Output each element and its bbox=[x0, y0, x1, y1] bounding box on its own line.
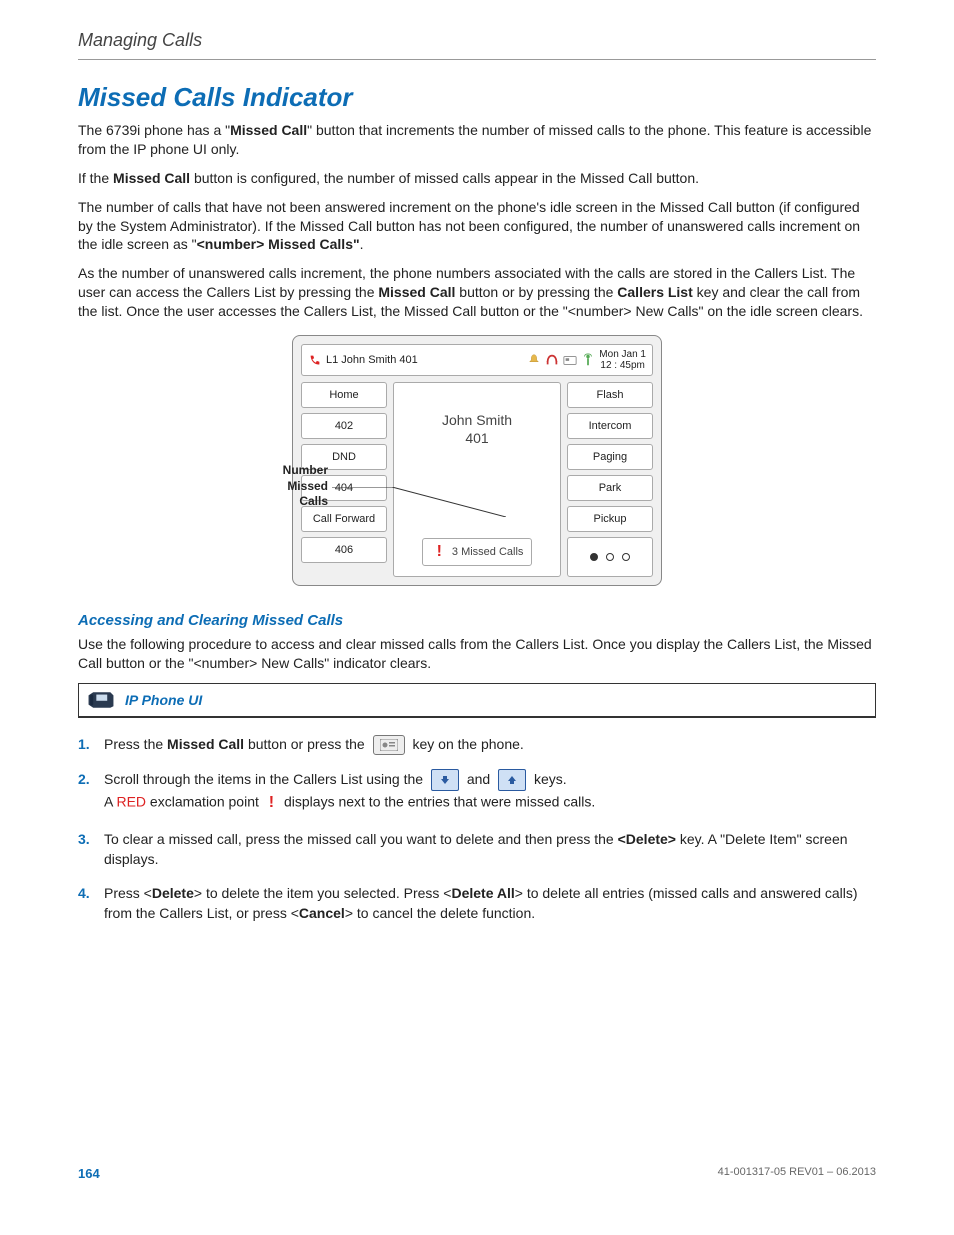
status-datetime: Mon Jan 1 12 : 45pm bbox=[599, 349, 646, 371]
status-line-text: L1 John Smith 401 bbox=[326, 354, 418, 366]
step-number: 1. bbox=[78, 734, 94, 755]
missed-calls-button[interactable]: ! 3 Missed Calls bbox=[422, 538, 533, 566]
softkey-402[interactable]: 402 bbox=[301, 413, 387, 439]
phone-diagram: Number Missed Calls L1 John Smith 401 Mo… bbox=[78, 335, 876, 586]
page-dot-3-icon bbox=[622, 553, 630, 561]
page-dot-1-icon bbox=[590, 553, 598, 561]
paragraph-1: The 6739i phone has a "Missed Call" butt… bbox=[78, 121, 876, 159]
page-header: Managing Calls bbox=[78, 30, 876, 60]
right-softkeys: Flash Intercom Paging Park Pickup bbox=[567, 382, 653, 577]
phone-statusbar: L1 John Smith 401 Mon Jan 1 12 : 45pm bbox=[301, 344, 653, 376]
step-4: 4. Press <Delete> to delete the item you… bbox=[78, 883, 876, 924]
softkey-callforward[interactable]: Call Forward bbox=[301, 506, 387, 532]
bell-icon bbox=[527, 353, 541, 367]
paragraph-4: As the number of unanswered calls increm… bbox=[78, 264, 876, 321]
softkey-flash[interactable]: Flash bbox=[567, 382, 653, 408]
softkey-page-dots[interactable] bbox=[567, 537, 653, 577]
down-arrow-key-icon bbox=[431, 769, 459, 791]
softkey-pickup[interactable]: Pickup bbox=[567, 506, 653, 532]
section-title: Missed Calls Indicator bbox=[78, 82, 876, 113]
softkey-intercom[interactable]: Intercom bbox=[567, 413, 653, 439]
softkey-406[interactable]: 406 bbox=[301, 537, 387, 563]
exclamation-icon: ! bbox=[437, 543, 442, 561]
phone-line-icon bbox=[308, 353, 322, 367]
phone-center-pane: John Smith 401 ! 3 Missed Calls bbox=[393, 382, 561, 577]
page-number: 164 bbox=[78, 1166, 100, 1181]
paragraph-2: If the Missed Call button is configured,… bbox=[78, 169, 876, 188]
softkey-home[interactable]: Home bbox=[301, 382, 387, 408]
headset-icon bbox=[545, 353, 559, 367]
callers-list-key-icon bbox=[373, 735, 405, 755]
ui-panel: IP Phone UI bbox=[78, 683, 876, 718]
revision-text: 41-001317-05 REV01 – 06.2013 bbox=[718, 1166, 876, 1181]
page-footer: 164 41-001317-05 REV01 – 06.2013 bbox=[78, 1166, 876, 1181]
up-arrow-key-icon bbox=[498, 769, 526, 791]
signal-icon bbox=[581, 353, 595, 367]
callout-label: Number Missed Calls bbox=[258, 463, 328, 510]
step-3: 3. To clear a missed call, press the mis… bbox=[78, 829, 876, 870]
softkey-paging[interactable]: Paging bbox=[567, 444, 653, 470]
phone-mock: L1 John Smith 401 Mon Jan 1 12 : 45pm Ho… bbox=[292, 335, 662, 586]
paragraph-3: The number of calls that have not been a… bbox=[78, 198, 876, 255]
phone-user-name: John Smith 401 bbox=[442, 411, 512, 447]
softkey-park[interactable]: Park bbox=[567, 475, 653, 501]
ip-phone-icon bbox=[87, 690, 115, 710]
step-number: 4. bbox=[78, 883, 94, 924]
step-2: 2. Scroll through the items in the Calle… bbox=[78, 769, 876, 814]
step-1: 1. Press the Missed Call button or press… bbox=[78, 734, 876, 755]
step-number: 3. bbox=[78, 829, 94, 870]
exclamation-icon: ! bbox=[269, 791, 274, 814]
card-icon bbox=[563, 353, 577, 367]
steps-list: 1. Press the Missed Call button or press… bbox=[78, 734, 876, 924]
step-number: 2. bbox=[78, 769, 94, 814]
page-dot-2-icon bbox=[606, 553, 614, 561]
paragraph-5: Use the following procedure to access an… bbox=[78, 635, 876, 673]
subsection-title: Accessing and Clearing Missed Calls bbox=[78, 612, 876, 629]
ui-panel-label: IP Phone UI bbox=[125, 692, 202, 708]
